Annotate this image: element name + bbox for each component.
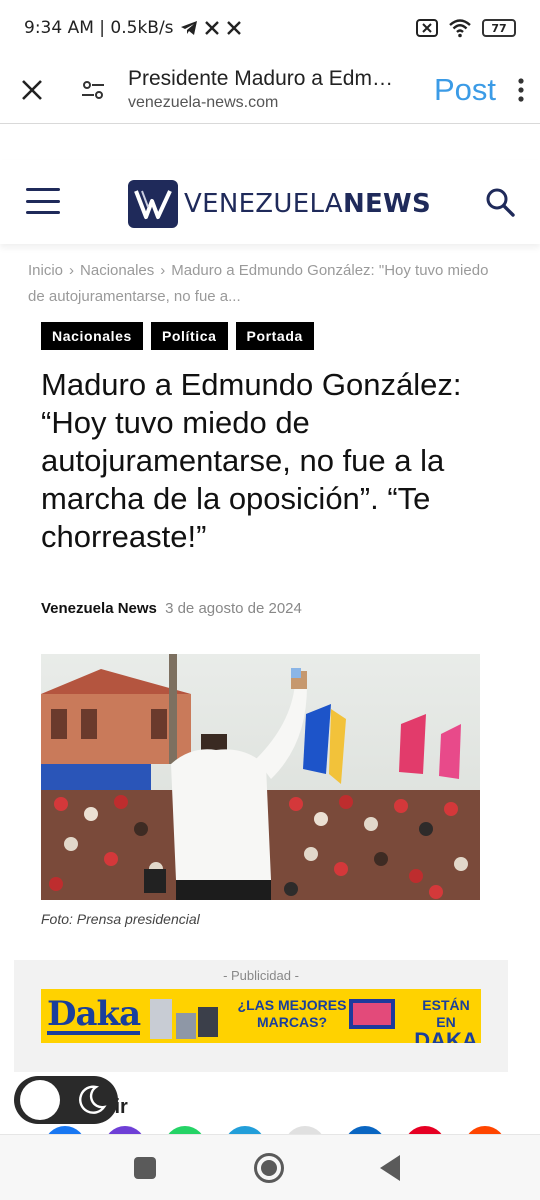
home-dot <box>261 1160 277 1176</box>
page: 9:34 AM | 0.5kB/s 77 Presidente Maduro a… <box>0 0 540 1200</box>
back-button[interactable] <box>380 1155 400 1181</box>
logo-text-regular: VENEZUELA <box>184 189 343 219</box>
more-vert-icon <box>518 77 524 102</box>
x-icon <box>226 21 241 35</box>
url-display[interactable]: Presidente Maduro a Edmundo González ven… <box>122 67 428 112</box>
tune-icon <box>82 80 104 99</box>
wifi-icon <box>449 19 471 38</box>
dark-mode-toggle[interactable] <box>14 1076 118 1124</box>
tag-portada[interactable]: Portada <box>235 322 314 350</box>
moon-icon <box>79 1085 107 1114</box>
recents-button[interactable] <box>134 1157 156 1179</box>
home-button[interactable] <box>254 1153 284 1183</box>
article-photo <box>41 654 480 900</box>
x-icon <box>204 21 219 35</box>
browser-toolbar: Presidente Maduro a Edmundo González ven… <box>0 56 540 124</box>
menu-line <box>26 211 60 214</box>
ad-brand-logo: Daka <box>47 994 141 1035</box>
article-date: 3 de agosto de 2024 <box>165 600 302 617</box>
battery-icon: 77 <box>482 19 516 37</box>
post-button[interactable]: Post <box>428 72 502 108</box>
search-icon <box>486 188 515 217</box>
breadcrumb: Inicio › Nacionales › Maduro a Edmundo Gonzá… <box>28 258 498 310</box>
article-author[interactable]: Venezuela News <box>41 600 157 617</box>
page-title: Presidente Maduro a Edmundo González <box>128 67 396 90</box>
close-icon <box>22 79 42 100</box>
more-options-button[interactable] <box>502 77 540 102</box>
breadcrumb-home[interactable]: Inicio <box>28 262 63 279</box>
toggle-knob <box>20 1080 60 1120</box>
photo-caption: Foto: Prensa presidencial <box>41 911 200 927</box>
close-box-icon <box>416 19 438 37</box>
site-header: VENEZUELANEWS <box>0 160 540 244</box>
ad-message-2-top: ESTÁN EN <box>422 997 470 1030</box>
site-logo[interactable]: VENEZUELANEWS <box>128 180 431 228</box>
status-time: 9:34 AM | 0.5kB/s <box>24 18 174 38</box>
tag-politica[interactable]: Política <box>150 322 228 350</box>
byline: Venezuela News 3 de agosto de 2024 <box>41 600 302 617</box>
status-left: 9:34 AM | 0.5kB/s <box>24 18 242 38</box>
logo-mark-icon <box>128 180 178 228</box>
status-right: 77 <box>416 18 516 38</box>
category-tags: Nacionales Política Portada <box>41 322 314 350</box>
close-tab-button[interactable] <box>0 58 64 122</box>
logo-text-bold: NEWS <box>342 189 432 219</box>
ad-message-1: ¿LAS MEJORES MARCAS? <box>237 997 347 1030</box>
ad-message-2: ESTÁN EN DAKA <box>411 997 481 1043</box>
system-nav-bar <box>0 1134 540 1200</box>
menu-line <box>26 199 60 203</box>
tv-icon <box>349 999 395 1029</box>
site-settings-button[interactable] <box>64 58 122 122</box>
breadcrumb-separator: › <box>69 262 75 279</box>
page-domain: venezuela-news.com <box>128 94 279 111</box>
tag-nacionales[interactable]: Nacionales <box>41 322 143 350</box>
ad-banner[interactable]: Daka ¿LAS MEJORES MARCAS? ESTÁN EN DAKA <box>41 989 481 1043</box>
hamburger-menu-icon[interactable] <box>26 188 60 214</box>
status-bar: 9:34 AM | 0.5kB/s 77 <box>0 0 540 56</box>
photo-illustration <box>41 654 480 900</box>
article-headline: Maduro a Edmundo González: “Hoy tuvo mie… <box>41 367 462 554</box>
menu-line <box>26 188 60 191</box>
ad-label: - Publicidad - <box>223 968 299 983</box>
ad-block: - Publicidad - Daka ¿LAS MEJORES MARCAS?… <box>14 960 508 1072</box>
search-button[interactable] <box>484 186 516 218</box>
ad-message-2-big: DAKA <box>414 1028 478 1044</box>
appliance-icon <box>150 999 219 1039</box>
breadcrumb-section[interactable]: Nacionales <box>80 262 154 279</box>
breadcrumb-separator: › <box>160 262 166 279</box>
logo-text: VENEZUELANEWS <box>184 189 431 219</box>
telegram-icon <box>180 21 197 35</box>
